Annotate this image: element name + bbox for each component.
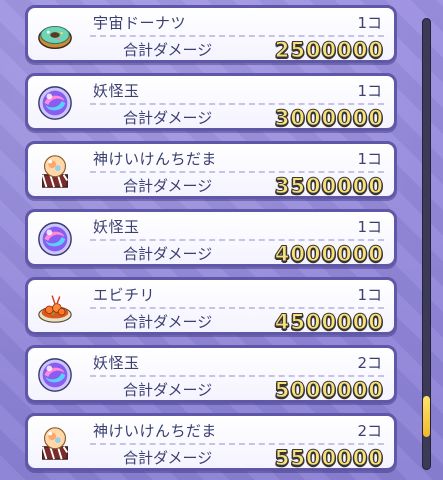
total-damage-label: 合計ダメージ: [123, 381, 213, 399]
list-item[interactable]: 神けいけんちだま 2コ 合計ダメージ 5500000: [25, 413, 397, 471]
total-damage-label: 合計ダメージ: [123, 245, 213, 263]
divider: [90, 239, 384, 241]
scrollbar[interactable]: [422, 18, 431, 470]
yokai-orb-icon: [38, 222, 72, 256]
total-damage-value: 5500000: [274, 446, 384, 471]
total-damage-label: 合計ダメージ: [123, 109, 213, 127]
space-donut-icon: [38, 25, 72, 50]
total-damage-value: 5000000: [274, 378, 384, 403]
item-name: 神けいけんちだま: [93, 150, 217, 168]
total-damage-label: 合計ダメージ: [123, 41, 213, 59]
item-count: 1コ: [357, 82, 382, 100]
divider: [90, 103, 384, 105]
shrimp-chili-icon: [38, 295, 72, 323]
item-count: 1コ: [357, 150, 382, 168]
divider: [90, 375, 384, 377]
list-item[interactable]: エビチリ 1コ 合計ダメージ 4500000: [25, 277, 397, 335]
item-name: 神けいけんちだま: [93, 422, 217, 440]
item-count: 1コ: [357, 14, 382, 32]
item-name: 妖怪玉: [93, 82, 140, 100]
list-item[interactable]: 妖怪玉 1コ 合計ダメージ 3000000: [25, 73, 397, 131]
item-name: エビチリ: [93, 286, 156, 304]
total-damage-label: 合計ダメージ: [123, 449, 213, 467]
scrollbar-thumb[interactable]: [423, 396, 430, 438]
total-damage-label: 合計ダメージ: [123, 177, 213, 195]
yokai-orb-icon: [38, 358, 72, 392]
divider: [90, 443, 384, 445]
item-damage-list[interactable]: 宇宙ドーナツ 1コ 合計ダメージ 2500000 妖怪玉 1コ 合計ダメージ 3…: [0, 0, 443, 480]
item-name: 宇宙ドーナツ: [93, 14, 187, 32]
list-item[interactable]: 神けいけんちだま 1コ 合計ダメージ 3500000: [25, 141, 397, 199]
item-name: 妖怪玉: [93, 354, 140, 372]
list-item[interactable]: 妖怪玉 1コ 合計ダメージ 4000000: [25, 209, 397, 267]
total-damage-value: 4000000: [274, 242, 384, 267]
total-damage-value: 3500000: [274, 174, 384, 199]
divider: [90, 35, 384, 37]
item-count: 1コ: [357, 218, 382, 236]
item-name: 妖怪玉: [93, 218, 140, 236]
divider: [90, 307, 384, 309]
total-damage-label: 合計ダメージ: [123, 313, 213, 331]
item-count: 2コ: [357, 422, 382, 440]
list-item[interactable]: 妖怪玉 2コ 合計ダメージ 5000000: [25, 345, 397, 403]
item-count: 1コ: [357, 286, 382, 304]
total-damage-value: 4500000: [274, 310, 384, 335]
divine-exp-orb-icon: [41, 427, 69, 460]
list-item[interactable]: 宇宙ドーナツ 1コ 合計ダメージ 2500000: [25, 5, 397, 63]
divine-exp-orb-icon: [41, 155, 69, 188]
total-damage-value: 3000000: [274, 106, 384, 131]
item-count: 2コ: [357, 354, 382, 372]
total-damage-value: 2500000: [274, 38, 384, 63]
divider: [90, 171, 384, 173]
yokai-orb-icon: [38, 86, 72, 120]
